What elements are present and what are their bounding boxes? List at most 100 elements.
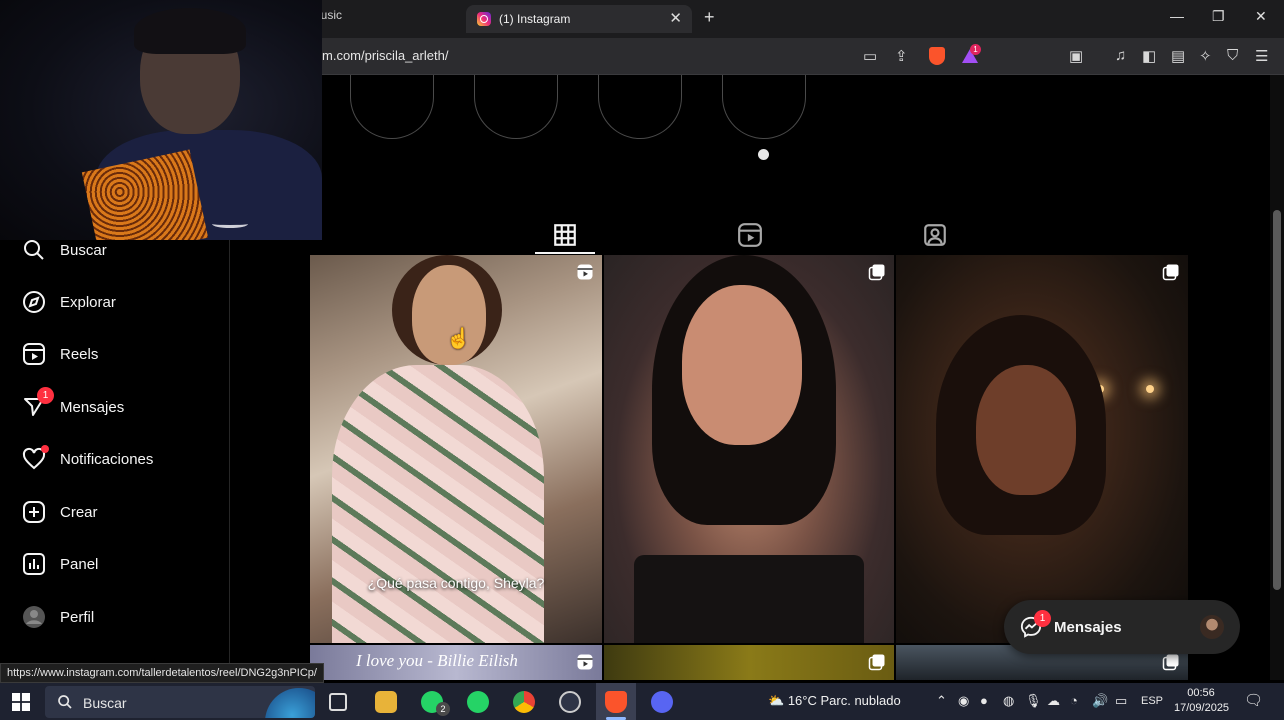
sidebar-item-create[interactable]: Crear — [22, 497, 98, 527]
post-tile[interactable] — [604, 645, 894, 680]
rewards-badge: 1 — [970, 44, 981, 55]
language-indicator[interactable]: ESP — [1141, 695, 1163, 707]
reels-icon — [22, 342, 46, 366]
post-tile[interactable] — [604, 255, 894, 643]
taskbar-search[interactable]: Buscar — [45, 686, 315, 718]
whatsapp-business-icon[interactable] — [467, 691, 489, 713]
brave-shields-icon[interactable] — [929, 47, 945, 65]
volume-icon[interactable]: 🔊 — [1092, 693, 1108, 709]
instagram-icon — [477, 12, 491, 26]
whatsapp-badge: 2 — [436, 702, 450, 716]
tab-posts[interactable] — [552, 222, 578, 248]
sidebar-item-notifications[interactable]: Notificaciones — [22, 444, 153, 474]
tagged-icon — [924, 224, 946, 246]
cast-icon[interactable]: ▭ — [863, 47, 877, 65]
tray-expand-icon[interactable]: ⌃ — [936, 693, 947, 709]
search-icon — [22, 238, 46, 262]
post-figure-face — [682, 285, 802, 445]
media-icon[interactable]: ♫ — [1115, 47, 1126, 64]
tab-tagged[interactable] — [922, 222, 948, 248]
search-icon — [58, 695, 72, 709]
tray-app-icon[interactable]: ◍ — [1003, 693, 1014, 709]
carousel-indicator-icon — [1162, 654, 1179, 671]
sidebar-item-label: Buscar — [60, 241, 107, 259]
sidebar-item-label: Perfil — [60, 608, 95, 626]
status-link-preview: https://www.instagram.com/tallerdetalent… — [0, 663, 324, 683]
sidebar-item-profile[interactable]: Perfil — [22, 602, 94, 632]
sidebar-item-label: Notificaciones — [60, 450, 154, 468]
sidebar-item-label: Explorar — [60, 293, 116, 311]
floating-messages-button[interactable]: 1 Mensajes — [1004, 600, 1240, 654]
messenger-icon: 1 — [22, 387, 54, 419]
reels-icon — [738, 223, 762, 247]
post-tile[interactable]: ¿Qué pasa contigo, Sheyla? — [310, 255, 602, 643]
weather-temp: 16°C — [787, 693, 817, 708]
post-caption: ¿Qué pasa contigo, Sheyla? — [367, 575, 545, 591]
close-tab-icon[interactable]: ✕ — [669, 9, 682, 27]
share-icon[interactable]: ⇪ — [895, 47, 908, 65]
highlight-circle[interactable] — [474, 75, 558, 139]
close-window-icon[interactable]: ✕ — [1255, 8, 1267, 25]
obs-icon[interactable] — [559, 691, 581, 713]
sidebar-item-dashboard[interactable]: Panel — [22, 549, 98, 579]
webcam-overlay — [0, 0, 322, 240]
highlights-pager-dot — [758, 149, 769, 160]
task-view-icon[interactable] — [329, 693, 347, 711]
tray-app-icon[interactable]: ◉ — [958, 693, 969, 709]
notification-center-icon[interactable]: 🗨 — [1244, 691, 1263, 709]
messages-badge: 1 — [37, 387, 54, 404]
sidebar-item-reels[interactable]: Reels — [22, 339, 98, 369]
onedrive-icon[interactable]: ☁ — [1047, 693, 1060, 709]
taskbar-clock[interactable]: 00:56 17/09/2025 — [1174, 686, 1230, 716]
reel-indicator-icon — [577, 264, 593, 280]
windows-start-icon[interactable] — [12, 693, 30, 711]
taskbar-search-label: Buscar — [83, 695, 127, 711]
active-tab-indicator — [535, 252, 595, 254]
minimize-icon[interactable]: — — [1170, 8, 1184, 24]
file-explorer-icon[interactable] — [375, 691, 397, 713]
instagram-sidebar: Buscar Explorar Reels 1 Mensajes Notific… — [0, 240, 230, 680]
highlight-circle[interactable] — [350, 75, 434, 139]
tab-reels[interactable] — [737, 222, 763, 248]
tab-title: (1) Instagram — [499, 12, 571, 26]
sidebar-item-messages[interactable]: 1 Mensajes — [22, 387, 125, 422]
clock-time: 00:56 — [1187, 687, 1215, 699]
weather-widget[interactable]: ⛅ 16°C Parc. nublado — [768, 693, 901, 709]
highlight-circle[interactable] — [598, 75, 682, 139]
restore-icon[interactable]: ❐ — [1212, 8, 1225, 25]
tray-app-icon[interactable]: ◔ — [1070, 693, 1078, 708]
sidebar-item-explore[interactable]: Explorar — [22, 287, 116, 317]
reader-mode-icon[interactable]: ▣ — [1069, 47, 1083, 65]
network-icon[interactable]: ▭ — [1115, 693, 1127, 709]
leo-ai-icon[interactable]: ✧ — [1199, 47, 1212, 65]
sidebar-item-search[interactable]: Buscar — [22, 235, 107, 265]
windows-taskbar: Buscar 2 ⛅ 16°C Parc. nublado ⌃ ◉ ● ◍ 🎙 … — [0, 683, 1284, 720]
scrollbar-thumb[interactable] — [1273, 210, 1281, 590]
post-tile[interactable]: I love you - Billie Eilish — [310, 645, 602, 680]
url-field[interactable]: m.com/priscila_arleth/ — [322, 48, 448, 63]
highlight-circle[interactable] — [722, 75, 806, 139]
notification-dot — [41, 445, 49, 453]
clock-date: 17/09/2025 — [1174, 702, 1230, 714]
weather-text: Parc. nublado — [820, 693, 901, 708]
menu-icon[interactable]: ☰ — [1255, 47, 1268, 65]
sidebar-toggle-icon[interactable]: ◧ — [1142, 47, 1156, 65]
discord-icon[interactable] — [651, 691, 673, 713]
grid-icon — [554, 224, 576, 246]
new-tab-button[interactable]: + — [704, 7, 715, 28]
carousel-indicator-icon — [1162, 264, 1179, 281]
post-light — [1146, 385, 1154, 393]
chart-icon — [22, 552, 46, 576]
carousel-indicator-icon — [868, 654, 885, 671]
post-tile[interactable] — [896, 255, 1188, 643]
tab-instagram[interactable]: (1) Instagram ✕ — [466, 5, 692, 33]
tray-app-icon[interactable]: ● — [980, 693, 988, 708]
sidebar-item-label: Mensajes — [60, 398, 125, 416]
sidebar-item-label: Panel — [60, 555, 99, 573]
post-figure-face — [976, 365, 1076, 495]
wallet-icon[interactable]: ▤ — [1171, 47, 1185, 65]
vpn-shield-icon[interactable]: ⛉ — [1227, 47, 1238, 64]
brave-icon[interactable] — [605, 691, 627, 713]
chrome-icon[interactable] — [513, 691, 535, 713]
microphone-icon[interactable]: 🎙 — [1025, 693, 1042, 709]
